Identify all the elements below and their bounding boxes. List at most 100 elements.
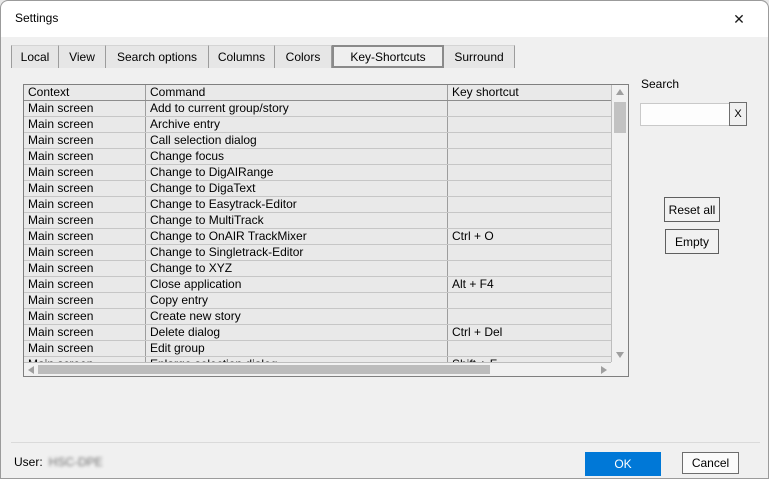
- close-icon: ✕: [733, 11, 745, 28]
- table-row[interactable]: Main screen Close application Alt + F4: [24, 277, 611, 293]
- cell-command: Change to MultiTrack: [146, 213, 448, 228]
- cell-context: Main screen: [24, 229, 146, 244]
- vertical-scrollbar[interactable]: [611, 85, 628, 362]
- table-row[interactable]: Main screen Create new story: [24, 309, 611, 325]
- titlebar[interactable]: Settings ✕: [1, 1, 768, 37]
- tab-colors[interactable]: Colors: [275, 45, 332, 68]
- cell-command: Change to XYZ: [146, 261, 448, 276]
- vertical-scroll-thumb[interactable]: [614, 102, 626, 133]
- cell-context: Main screen: [24, 293, 146, 308]
- ok-button[interactable]: OK: [585, 452, 661, 476]
- cell-command: Change to OnAIR TrackMixer: [146, 229, 448, 244]
- table-row[interactable]: Main screen Change to OnAIR TrackMixer C…: [24, 229, 611, 245]
- cell-context: Main screen: [24, 133, 146, 148]
- table-row[interactable]: Main screen Archive entry: [24, 117, 611, 133]
- user-value: HSC-DPE: [49, 455, 103, 469]
- cell-shortcut: [448, 309, 611, 324]
- cell-shortcut: [448, 117, 611, 132]
- cell-shortcut: [448, 245, 611, 260]
- user-line: User: HSC-DPE: [14, 455, 103, 469]
- table-row[interactable]: Main screen Change focus: [24, 149, 611, 165]
- table-row[interactable]: Main screen Change to XYZ: [24, 261, 611, 277]
- header-context[interactable]: Context: [24, 85, 146, 100]
- scroll-up-icon[interactable]: [616, 89, 624, 95]
- scroll-down-icon[interactable]: [616, 352, 624, 358]
- settings-dialog: Settings ✕ Local View Search options Col…: [0, 0, 769, 479]
- cell-command: Change to DigAIRange: [146, 165, 448, 180]
- header-shortcut[interactable]: Key shortcut: [448, 85, 611, 100]
- cell-context: Main screen: [24, 245, 146, 260]
- cell-context: Main screen: [24, 309, 146, 324]
- cell-shortcut: [448, 181, 611, 196]
- cell-context: Main screen: [24, 197, 146, 212]
- table-row[interactable]: Main screen Change to DigAIRange: [24, 165, 611, 181]
- cell-context: Main screen: [24, 181, 146, 196]
- cell-command: Add to current group/story: [146, 101, 448, 116]
- cell-command: Change to Singletrack-Editor: [146, 245, 448, 260]
- table-row[interactable]: Main screen Delete dialog Ctrl + Del: [24, 325, 611, 341]
- horizontal-scroll-thumb[interactable]: [38, 365, 490, 374]
- search-input[interactable]: [640, 103, 734, 126]
- scrollbar-corner: [611, 362, 628, 376]
- cell-shortcut: [448, 133, 611, 148]
- cell-context: Main screen: [24, 149, 146, 164]
- cell-shortcut: [448, 261, 611, 276]
- window-title: Settings: [15, 11, 58, 25]
- cell-command: Close application: [146, 277, 448, 292]
- shortcut-table: Context Command Key shortcut Main screen…: [23, 84, 629, 377]
- cell-command: Archive entry: [146, 117, 448, 132]
- horizontal-scrollbar[interactable]: [24, 362, 611, 376]
- table-row[interactable]: Main screen Call selection dialog: [24, 133, 611, 149]
- tab-search-options[interactable]: Search options: [106, 45, 209, 68]
- shortcut-grid: Context Command Key shortcut Main screen…: [24, 85, 611, 362]
- reset-all-button[interactable]: Reset all: [664, 197, 720, 222]
- cell-shortcut: [448, 293, 611, 308]
- cell-command: Copy entry: [146, 293, 448, 308]
- cell-shortcut: [448, 165, 611, 180]
- header-command[interactable]: Command: [146, 85, 448, 100]
- scroll-left-icon[interactable]: [28, 366, 34, 374]
- table-row[interactable]: Main screen Change to MultiTrack: [24, 213, 611, 229]
- cell-context: Main screen: [24, 325, 146, 340]
- cell-context: Main screen: [24, 117, 146, 132]
- cell-context: Main screen: [24, 261, 146, 276]
- tab-key-shortcuts[interactable]: Key-Shortcuts: [332, 45, 444, 68]
- empty-button[interactable]: Empty: [665, 229, 719, 254]
- cell-context: Main screen: [24, 277, 146, 292]
- table-row[interactable]: Main screen Edit group: [24, 341, 611, 357]
- tab-view[interactable]: View: [59, 45, 106, 68]
- cell-context: Main screen: [24, 101, 146, 116]
- footer-divider: [11, 442, 760, 443]
- cell-shortcut: [448, 213, 611, 228]
- cell-context: Main screen: [24, 213, 146, 228]
- cell-shortcut: Ctrl + O: [448, 229, 611, 244]
- cell-shortcut: Ctrl + Del: [448, 325, 611, 340]
- tab-local[interactable]: Local: [11, 45, 59, 68]
- close-button[interactable]: ✕: [722, 7, 756, 31]
- tab-surround[interactable]: Surround: [444, 45, 515, 68]
- cell-command: Create new story: [146, 309, 448, 324]
- cell-command: Change to Easytrack-Editor: [146, 197, 448, 212]
- cell-shortcut: Alt + F4: [448, 277, 611, 292]
- cell-command: Edit group: [146, 341, 448, 356]
- table-header-row: Context Command Key shortcut: [24, 85, 611, 101]
- table-row[interactable]: Main screen Change to Easytrack-Editor: [24, 197, 611, 213]
- scroll-right-icon[interactable]: [601, 366, 607, 374]
- search-clear-button[interactable]: X: [729, 102, 747, 126]
- user-label: User:: [14, 455, 43, 469]
- cell-shortcut: [448, 341, 611, 356]
- cell-command: Delete dialog: [146, 325, 448, 340]
- cell-context: Main screen: [24, 165, 146, 180]
- tab-columns[interactable]: Columns: [209, 45, 275, 68]
- table-row[interactable]: Main screen Change to Singletrack-Editor: [24, 245, 611, 261]
- cell-context: Main screen: [24, 341, 146, 356]
- table-row[interactable]: Main screen Change to DigaText: [24, 181, 611, 197]
- cell-shortcut: [448, 197, 611, 212]
- cell-shortcut: [448, 149, 611, 164]
- cell-command: Call selection dialog: [146, 133, 448, 148]
- cancel-button[interactable]: Cancel: [682, 452, 739, 474]
- table-row[interactable]: Main screen Copy entry: [24, 293, 611, 309]
- cell-command: Change focus: [146, 149, 448, 164]
- tabstrip: Local View Search options Columns Colors…: [11, 45, 515, 68]
- table-row[interactable]: Main screen Add to current group/story: [24, 101, 611, 117]
